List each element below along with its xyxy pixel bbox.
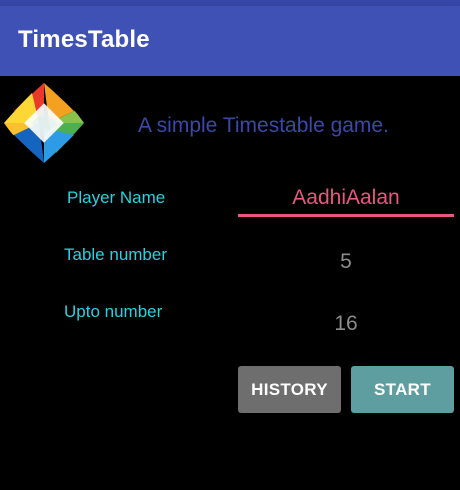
player-name-label: Player Name — [67, 188, 166, 207]
player-name-input[interactable] — [238, 182, 454, 217]
pinwheel-logo-icon — [4, 83, 84, 163]
start-button[interactable]: START — [351, 366, 454, 413]
upto-number-label: Upto number — [64, 302, 163, 321]
table-number-input[interactable] — [238, 247, 454, 277]
app-title: TimesTable — [18, 26, 150, 53]
upto-number-input[interactable] — [238, 309, 454, 339]
table-number-label: Table number — [64, 245, 168, 264]
app-bar: TimesTable — [0, 6, 460, 76]
history-button[interactable]: HISTORY — [238, 366, 341, 413]
tagline: A simple Timestable game. — [138, 114, 389, 137]
